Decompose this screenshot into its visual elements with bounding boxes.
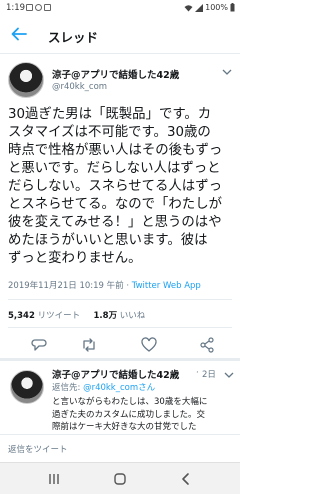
like-label[interactable]: いいね (120, 311, 146, 321)
signal-icon (195, 3, 204, 12)
tweet-timestamp: 2019年11月21日 10:19 午前 (8, 281, 124, 291)
notification-icon (26, 4, 33, 11)
author-name[interactable]: 涼子@アプリで結婚した42歳 (52, 67, 179, 81)
like-count[interactable]: 1.8万 (94, 311, 118, 321)
page-title: スレッド (48, 30, 99, 45)
share-icon[interactable] (198, 336, 216, 354)
retweet-label[interactable]: リツイート (38, 311, 81, 321)
tweet-text: 30過ぎた男は「既製品」です。カ スタマイズは不可能です。30歳の 時点で性格が… (8, 107, 223, 266)
reply-author-avatar[interactable] (10, 370, 44, 404)
tweet-stats: 5,342 リツイート 1.8万 いいね (8, 309, 145, 321)
reply-to-label: 返信先: (52, 383, 81, 393)
divider (8, 327, 232, 328)
tweet-actions (0, 336, 240, 354)
back-nav-icon[interactable] (178, 471, 194, 487)
reply-compose-field[interactable]: 返信をツイート (0, 434, 240, 462)
back-arrow-icon[interactable] (10, 25, 28, 43)
status-bar: 1:19 100% (0, 0, 240, 16)
notification-icon (44, 4, 51, 11)
reply-to-line: 返信先: @r40kk_comさん (52, 381, 155, 393)
compose-placeholder: 返信をツイート (8, 445, 68, 455)
divider (8, 299, 232, 300)
reply-date: 2日 (202, 370, 216, 380)
tweet-meta: 2019年11月21日 10:19 午前 · Twitter Web App (8, 279, 201, 291)
reply-text: と言いながらもわたしは、30歳を大幅に 過ぎた夫のカスタムに成功しました。交 際… (52, 397, 208, 432)
reply-to-mention[interactable]: @r40kk_comさん (83, 383, 155, 393)
app-bar: スレッド (0, 16, 240, 54)
author-avatar[interactable] (8, 62, 44, 98)
reply-dot: · (196, 368, 199, 378)
author-handle[interactable]: @r40kk_com (52, 82, 107, 92)
heart-icon[interactable] (140, 336, 158, 354)
status-right: 100% (184, 3, 235, 12)
reply-author-name[interactable]: 涼子@アプリで結婚した42歳 (52, 367, 179, 381)
section-separator (0, 358, 240, 361)
battery-icon (230, 3, 235, 12)
meta-separator: · (123, 281, 132, 291)
notification-icons (26, 4, 51, 11)
battery-percent: 100% (205, 3, 228, 12)
chevron-down-icon[interactable] (224, 371, 234, 379)
tweet-client-link[interactable]: Twitter Web App (132, 281, 201, 291)
system-nav-bar (0, 462, 240, 494)
wifi-icon (184, 4, 193, 11)
retweet-count[interactable]: 5,342 (8, 311, 35, 321)
retweet-icon[interactable] (80, 336, 98, 354)
notification-icon (35, 4, 42, 11)
reply-icon[interactable] (30, 336, 48, 354)
chevron-down-icon[interactable] (222, 68, 232, 76)
home-icon[interactable] (112, 471, 128, 487)
status-time: 1:19 (6, 3, 26, 13)
recent-apps-icon[interactable] (46, 471, 62, 487)
